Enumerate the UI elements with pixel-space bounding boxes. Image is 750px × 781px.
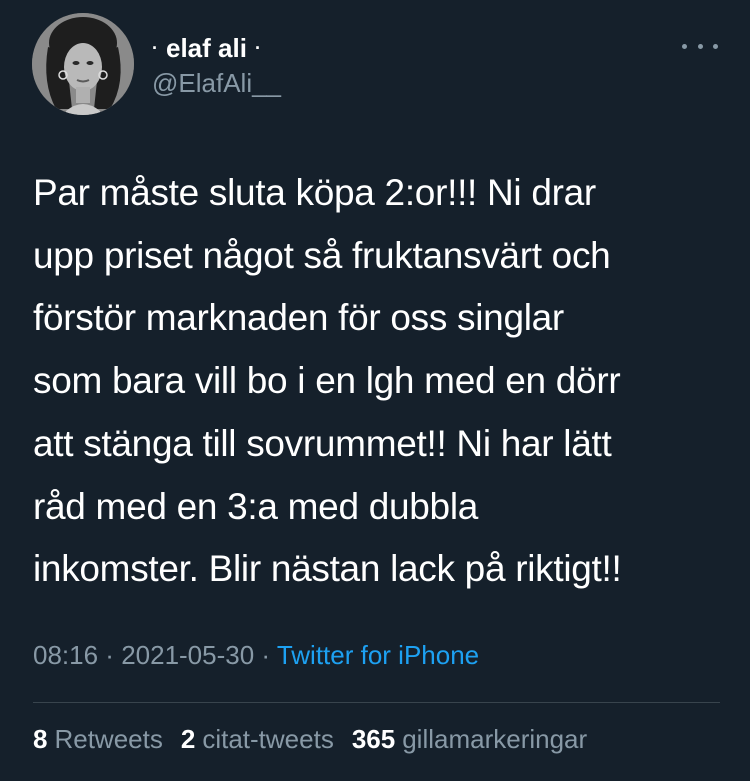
retweets-count: 8 (33, 724, 48, 754)
display-name-row[interactable]: · elaf ali · (152, 30, 269, 66)
more-dot (682, 43, 687, 49)
quotes-label: citat-tweets (202, 724, 334, 754)
tweet-text-line: råd med en 3:a med dubbla (33, 485, 479, 527)
name-decoration-right: · (254, 37, 261, 58)
name-decoration-left: · (152, 37, 158, 58)
tweet-text-line: upp priset något så fruktansvärt och (33, 234, 611, 276)
tweet-text-line: förstör marknaden för oss singlar (33, 297, 564, 339)
user-handle[interactable]: @ElafAli__ (152, 68, 281, 99)
tweet-stats: 8 Retweets 2 citat-tweets 365 gillamarkerin… (33, 724, 605, 755)
avatar[interactable] (32, 13, 134, 115)
meta-separator: · (254, 640, 277, 670)
more-horizontal-icon[interactable] (682, 38, 718, 54)
avatar-photo (32, 13, 134, 115)
likes-stat[interactable]: 365 gillamarkeringar (352, 724, 587, 755)
tweet-text-line: inkomster. Blir nästan lack på riktigt!! (33, 548, 622, 590)
quotes-count: 2 (180, 724, 196, 754)
divider (33, 702, 720, 703)
more-dot (713, 43, 718, 49)
tweet-time[interactable]: 08:16 (33, 640, 98, 670)
tweet-date[interactable]: 2021-05-30 (121, 640, 254, 670)
tweet-text-line: Par måste sluta köpa 2:or!!! Ni drar (33, 172, 596, 213)
quotes-stat[interactable]: 2 citat-tweets (181, 724, 334, 755)
tweet-detail: · elaf ali · @ElafAli__ Par måste sluta … (0, 0, 750, 781)
tweet-text-line: att stänga till sovrummet!! Ni har lätt (33, 422, 612, 464)
more-dot (697, 43, 703, 49)
display-name[interactable]: elaf ali (166, 33, 247, 64)
tweet-source-link[interactable]: Twitter for iPhone (277, 640, 479, 670)
retweets-label: Retweets (54, 724, 163, 754)
tweet-meta: 08:16 · 2021-05-30 · Twitter for iPhone (33, 640, 479, 671)
likes-count: 365 (351, 724, 396, 754)
retweets-stat[interactable]: 8 Retweets (33, 724, 163, 755)
likes-label: gillamarkeringar (402, 724, 588, 754)
tweet-text: Par måste sluta köpa 2:or!!! Ni drar upp… (33, 162, 723, 601)
meta-separator: · (98, 640, 122, 670)
tweet-text-line: som bara vill bo i en lgh med en dörr (33, 360, 621, 402)
